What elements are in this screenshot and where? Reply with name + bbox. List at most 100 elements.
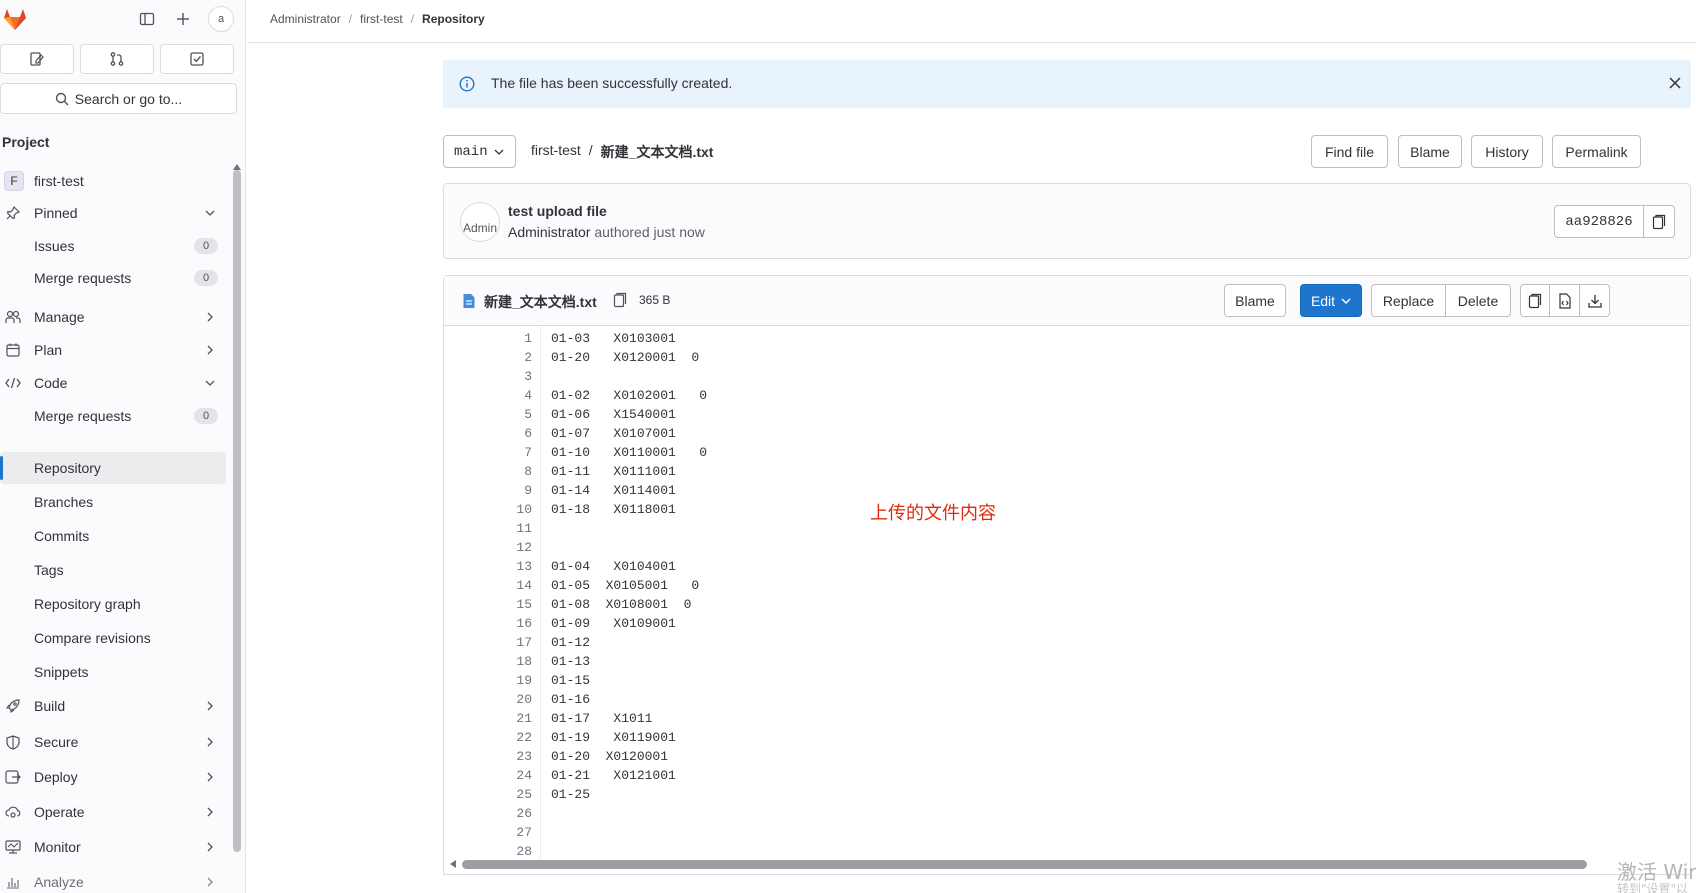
commit-title[interactable]: test upload file [508, 203, 607, 219]
top-bar: Administrator / first-test / Repository [247, 0, 1696, 43]
line-number[interactable]: 15 [516, 595, 532, 614]
history-button[interactable]: History [1471, 135, 1543, 168]
code-line: 01-21 X0121001 [551, 768, 676, 783]
line-number[interactable]: 20 [516, 690, 532, 709]
path-root-link[interactable]: first-test [531, 142, 581, 162]
gitlab-logo-icon[interactable] [2, 6, 28, 32]
sidebar-item-repository-graph[interactable]: Repository graph [0, 588, 226, 620]
line-number[interactable]: 28 [516, 842, 532, 861]
chevron-down-icon [1341, 298, 1351, 304]
open-raw-button[interactable] [1549, 284, 1580, 317]
line-number[interactable]: 22 [516, 728, 532, 747]
line-number[interactable]: 5 [524, 405, 532, 424]
count-badge: 0 [194, 238, 218, 254]
deploy-icon [5, 769, 21, 785]
create-new-plus-icon[interactable] [172, 8, 194, 30]
line-number[interactable]: 8 [524, 462, 532, 481]
sidebar-item-commits[interactable]: Commits [0, 520, 226, 552]
commit-author[interactable]: Administrator [508, 224, 590, 240]
sidebar-item-label: Pinned [34, 205, 78, 221]
calendar-icon [5, 342, 21, 358]
code-line: 01-11 X0111001 [551, 464, 676, 479]
code-line: 01-03 X0103001 [551, 331, 676, 346]
path-separator: / [588, 142, 593, 158]
line-number[interactable]: 21 [516, 709, 532, 728]
line-number[interactable]: 11 [516, 519, 532, 538]
sidebar-item-branches[interactable]: Branches [0, 486, 226, 518]
search-button[interactable]: Search or go to... [0, 83, 237, 114]
chevron-right-icon [204, 804, 216, 820]
sidebar-item-compare-revisions[interactable]: Compare revisions [0, 622, 226, 654]
line-number[interactable]: 16 [516, 614, 532, 633]
line-number[interactable]: 9 [524, 481, 532, 500]
line-number[interactable]: 6 [524, 424, 532, 443]
sidebar-item-snippets[interactable]: Snippets [0, 656, 226, 688]
collapse-sidebar-icon[interactable] [136, 8, 158, 30]
delete-button[interactable]: Delete [1445, 284, 1511, 317]
sidebar-section-build[interactable]: Build [0, 690, 226, 722]
scroll-left-arrow[interactable] [450, 860, 456, 868]
breadcrumb-separator: / [410, 12, 415, 26]
commit-sha[interactable]: aa928826 [1554, 205, 1644, 238]
line-number[interactable]: 25 [516, 785, 532, 804]
sidebar-item-tags[interactable]: Tags [0, 554, 226, 586]
line-number[interactable]: 27 [516, 823, 532, 842]
line-number[interactable]: 24 [516, 766, 532, 785]
sidebar-item-repository[interactable]: Repository [0, 452, 226, 484]
line-number[interactable]: 18 [516, 652, 532, 671]
sidebar-section-secure[interactable]: Secure [0, 726, 226, 758]
code-line: 01-10 X0110001 0 [551, 445, 708, 460]
line-number[interactable]: 13 [516, 557, 532, 576]
blob-blame-button[interactable]: Blame [1224, 284, 1286, 317]
sidebar-section-pinned[interactable]: Pinned [0, 197, 226, 229]
sidebar-section-deploy[interactable]: Deploy [0, 761, 226, 793]
sidebar-scrollbar[interactable] [233, 170, 241, 852]
todos-shortcut-button[interactable] [160, 44, 234, 74]
blame-button[interactable]: Blame [1398, 135, 1462, 168]
line-number[interactable]: 14 [516, 576, 532, 595]
branch-selector[interactable]: main [443, 135, 516, 168]
line-number[interactable]: 1 [524, 329, 532, 348]
sidebar-section-manage[interactable]: Manage [0, 301, 226, 333]
sidebar-section-operate[interactable]: Operate [0, 796, 226, 828]
code-line: 01-12 [551, 635, 591, 650]
line-number[interactable]: 19 [516, 671, 532, 690]
sidebar-section-monitor[interactable]: Monitor [0, 831, 226, 863]
copy-sha-button[interactable] [1643, 205, 1675, 238]
permalink-button[interactable]: Permalink [1552, 135, 1641, 168]
find-file-button[interactable]: Find file [1311, 135, 1388, 168]
breadcrumb-item-project[interactable]: first-test [360, 12, 403, 26]
sidebar-item-merge-requests-pinned[interactable]: Merge requests 0 [0, 262, 226, 294]
copy-path-icon[interactable] [612, 292, 628, 308]
line-number[interactable]: 4 [524, 386, 532, 405]
copy-contents-button[interactable] [1520, 284, 1550, 317]
sidebar-item-merge-requests[interactable]: Merge requests 0 [0, 400, 226, 432]
line-number[interactable]: 7 [524, 443, 532, 462]
line-number[interactable]: 17 [516, 633, 532, 652]
line-number[interactable]: 12 [516, 538, 532, 557]
sidebar-section-code[interactable]: Code [0, 367, 226, 399]
file-code-icon [1558, 292, 1571, 309]
line-number[interactable]: 2 [524, 348, 532, 367]
replace-button[interactable]: Replace [1371, 284, 1446, 317]
issues-shortcut-button[interactable] [0, 44, 74, 74]
sidebar-section-plan[interactable]: Plan [0, 334, 226, 366]
sidebar-item-label: Issues [34, 238, 75, 254]
line-number[interactable]: 10 [516, 500, 532, 519]
close-icon[interactable] [1665, 73, 1685, 93]
download-button[interactable] [1579, 284, 1610, 317]
commit-author-avatar[interactable]: Admin [460, 202, 500, 242]
line-number[interactable]: 23 [516, 747, 532, 766]
breadcrumb-item-current[interactable]: Repository [422, 12, 485, 26]
sidebar-item-issues[interactable]: Issues 0 [0, 230, 226, 262]
breadcrumb-item-administrator[interactable]: Administrator [270, 12, 341, 26]
sidebar-section-analyze[interactable]: Analyze [0, 866, 226, 893]
horizontal-scrollbar[interactable] [462, 860, 1587, 869]
sidebar-project-link[interactable]: F first-test [0, 165, 226, 197]
line-number[interactable]: 26 [516, 804, 532, 823]
merge-requests-shortcut-button[interactable] [80, 44, 154, 74]
edit-dropdown-button[interactable]: Edit [1300, 284, 1362, 317]
chevron-right-icon [204, 309, 216, 325]
user-avatar[interactable]: a [208, 6, 234, 32]
line-number[interactable]: 3 [524, 367, 532, 386]
